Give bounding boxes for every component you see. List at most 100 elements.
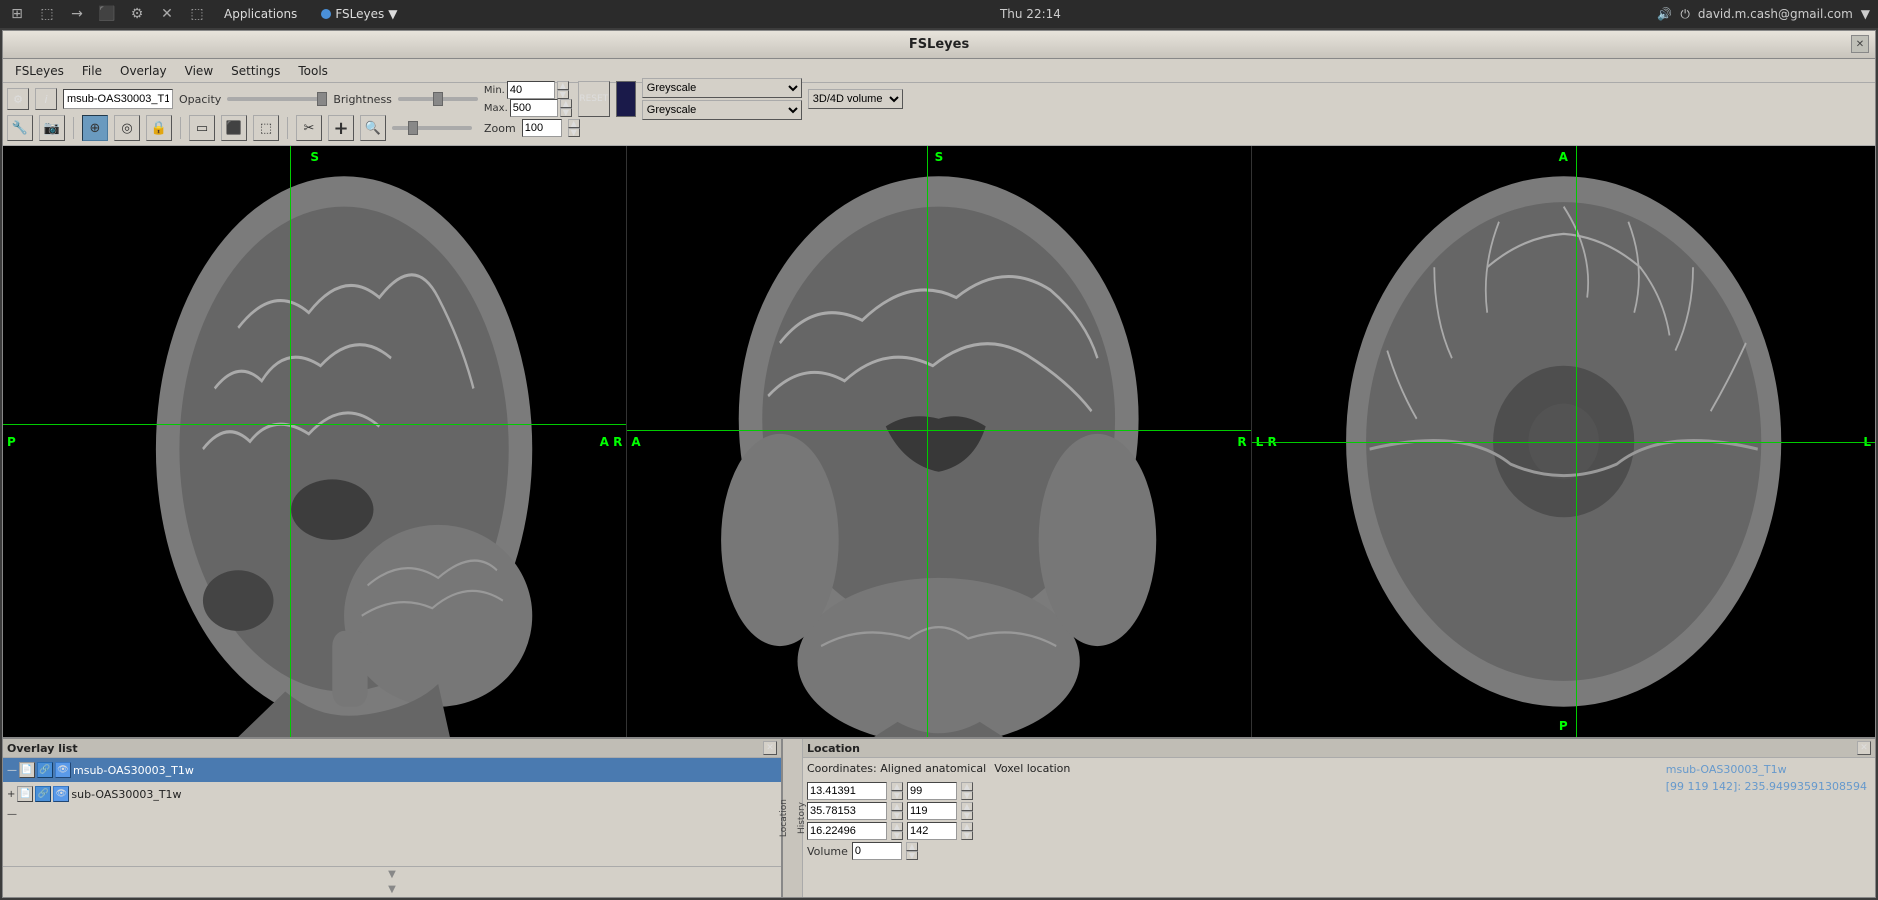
info-coords-row: [99 119 142]: 235.94993591308594: [1666, 779, 1867, 793]
poly-tool[interactable]: ⬚: [253, 115, 279, 141]
item-link-icon2[interactable]: 🔗: [35, 786, 51, 802]
reset-button[interactable]: RESET: [578, 81, 610, 117]
layer-settings-button[interactable]: ⚙: [7, 88, 29, 110]
applications-label: Applications: [224, 7, 297, 21]
min-input[interactable]: [507, 81, 555, 99]
info-coords: [99 119 142]: 235.94993591308594: [1666, 780, 1867, 793]
camera-tool[interactable]: 📷: [39, 115, 65, 141]
zoom-up-arrow[interactable]: ▲: [568, 119, 580, 128]
menu-overlay[interactable]: Overlay: [112, 62, 175, 80]
sagittal-panel[interactable]: S P A R: [3, 146, 627, 737]
item-minus2[interactable]: —: [3, 809, 17, 820]
location-info: msub-OAS30003_T1w [99 119 142]: 235.9499…: [1658, 758, 1875, 897]
coord-z-arrows: ▲ ▼: [891, 822, 903, 840]
volume-label: Volume: [807, 845, 848, 858]
scroll-indicator: ▼: [388, 869, 396, 880]
rect-tool[interactable]: ▭: [189, 115, 215, 141]
cursor-tool[interactable]: ⊕: [82, 115, 108, 141]
opacity-slider[interactable]: [227, 97, 327, 101]
menu-tools[interactable]: Tools: [290, 62, 336, 80]
coord-z-input[interactable]: [807, 822, 887, 840]
coronal-crosshair-h: [627, 430, 1250, 431]
volume-icon[interactable]: 🔊: [1657, 7, 1672, 21]
overlay-item[interactable]: + 📄 🔗 👁 sub-OAS30003_T1w: [3, 782, 781, 806]
coord-y-input[interactable]: [807, 802, 887, 820]
voxel-x-down[interactable]: ▼: [961, 791, 973, 800]
coord-row2: ▲ ▼ ▲ ▼: [807, 802, 1654, 820]
plus-tool[interactable]: +: [328, 115, 354, 141]
voxel-x-input[interactable]: [907, 782, 957, 800]
axial-panel[interactable]: A P L R L: [1252, 146, 1875, 737]
sagittal-brain-svg: [3, 146, 626, 737]
coord-y-up[interactable]: ▲: [891, 802, 903, 811]
crop-tool[interactable]: 🔒: [146, 115, 172, 141]
scissors-tool[interactable]: ✂: [296, 115, 322, 141]
wrench-tool[interactable]: 🔧: [7, 115, 33, 141]
scroll-indicator2: ▼: [388, 884, 396, 895]
volume-up[interactable]: ▲: [906, 842, 918, 851]
zoom-arrows: ▲ ▼: [568, 119, 580, 137]
zoom-down-arrow[interactable]: ▼: [568, 128, 580, 137]
overlay-item[interactable]: — 📄 🔗 👁 msub-OAS30003_T1w: [3, 758, 781, 782]
item-folder-icon2[interactable]: 📄: [17, 786, 33, 802]
item-plus[interactable]: +: [7, 789, 15, 800]
voxel-z-input[interactable]: [907, 822, 957, 840]
coord-x-down[interactable]: ▼: [891, 791, 903, 800]
menu-settings[interactable]: Settings: [223, 62, 288, 80]
volume-down[interactable]: ▼: [906, 851, 918, 860]
coord-z-up[interactable]: ▲: [891, 822, 903, 831]
brightness-slider[interactable]: [398, 97, 478, 101]
volume-input[interactable]: [852, 842, 902, 860]
voxel-z-arrows: ▲ ▼: [961, 822, 973, 840]
zoom-label: Zoom: [484, 122, 516, 135]
coronal-panel[interactable]: S A R: [627, 146, 1251, 737]
search-tool[interactable]: 🔍: [360, 115, 386, 141]
min-down-arrow[interactable]: ▼: [557, 90, 569, 99]
location-main: Coordinates: Aligned anatomical Voxel lo…: [803, 758, 1658, 897]
voxel-y-input[interactable]: [907, 802, 957, 820]
coord-x-input[interactable]: [807, 782, 887, 800]
layer-type-select[interactable]: 3D/4D volume: [808, 89, 903, 109]
location-headers: Coordinates: Aligned anatomical Voxel lo…: [807, 762, 1654, 779]
item-link-icon1[interactable]: 🔗: [37, 762, 53, 778]
menu-fsleyes[interactable]: FSLeyes: [7, 62, 72, 80]
window-close-button[interactable]: ✕: [1851, 35, 1869, 53]
axial-bottom-label: P: [1559, 719, 1568, 733]
paint-tool[interactable]: ◎: [114, 115, 140, 141]
voxel-y-up[interactable]: ▲: [961, 802, 973, 811]
voxel-y-down[interactable]: ▼: [961, 811, 973, 820]
voxel-x-up[interactable]: ▲: [961, 782, 973, 791]
color-swatch[interactable]: [616, 81, 636, 117]
info-name-link[interactable]: msub-OAS30003_T1w: [1666, 763, 1787, 776]
overlay-panel-close[interactable]: ✕: [763, 741, 777, 755]
coord-y-down[interactable]: ▼: [891, 811, 903, 820]
colormap-select1[interactable]: Greyscale: [642, 78, 802, 98]
item-eye-icon2[interactable]: 👁: [53, 786, 69, 802]
tool-separator2: [180, 117, 181, 139]
location-panel-title: Location: [807, 742, 860, 755]
item-eye-icon1[interactable]: 👁: [55, 762, 71, 778]
menu-file[interactable]: File: [74, 62, 110, 80]
zoom-input[interactable]: [522, 119, 562, 137]
voxel-z-up[interactable]: ▲: [961, 822, 973, 831]
location-panel-close[interactable]: ✕: [1857, 741, 1871, 755]
fsleyes-arrow: ▼: [388, 7, 397, 21]
overlay-panel-titlebar: Overlay list ✕: [3, 739, 781, 758]
applications-button[interactable]: Applications: [218, 5, 303, 23]
line-tool[interactable]: ⬛: [221, 115, 247, 141]
item-minus[interactable]: —: [7, 765, 17, 776]
menu-view[interactable]: View: [177, 62, 221, 80]
sagittal-left-label: P: [7, 435, 16, 449]
voxel-z-down[interactable]: ▼: [961, 831, 973, 840]
layer-info-button[interactable]: i: [35, 88, 57, 110]
fsleyes-label: FSLeyes: [335, 7, 384, 21]
coord-x-up[interactable]: ▲: [891, 782, 903, 791]
power-icon[interactable]: ⏻: [1680, 7, 1690, 22]
coord-z-down[interactable]: ▼: [891, 831, 903, 840]
max-up-arrow[interactable]: ▲: [560, 99, 572, 108]
item-folder-icon1[interactable]: 📄: [19, 762, 35, 778]
fsleyes-button[interactable]: FSLeyes ▼: [315, 5, 403, 23]
layer-name-input[interactable]: [63, 89, 173, 109]
zoom-slider[interactable]: [392, 126, 472, 130]
min-up-arrow[interactable]: ▲: [557, 81, 569, 90]
